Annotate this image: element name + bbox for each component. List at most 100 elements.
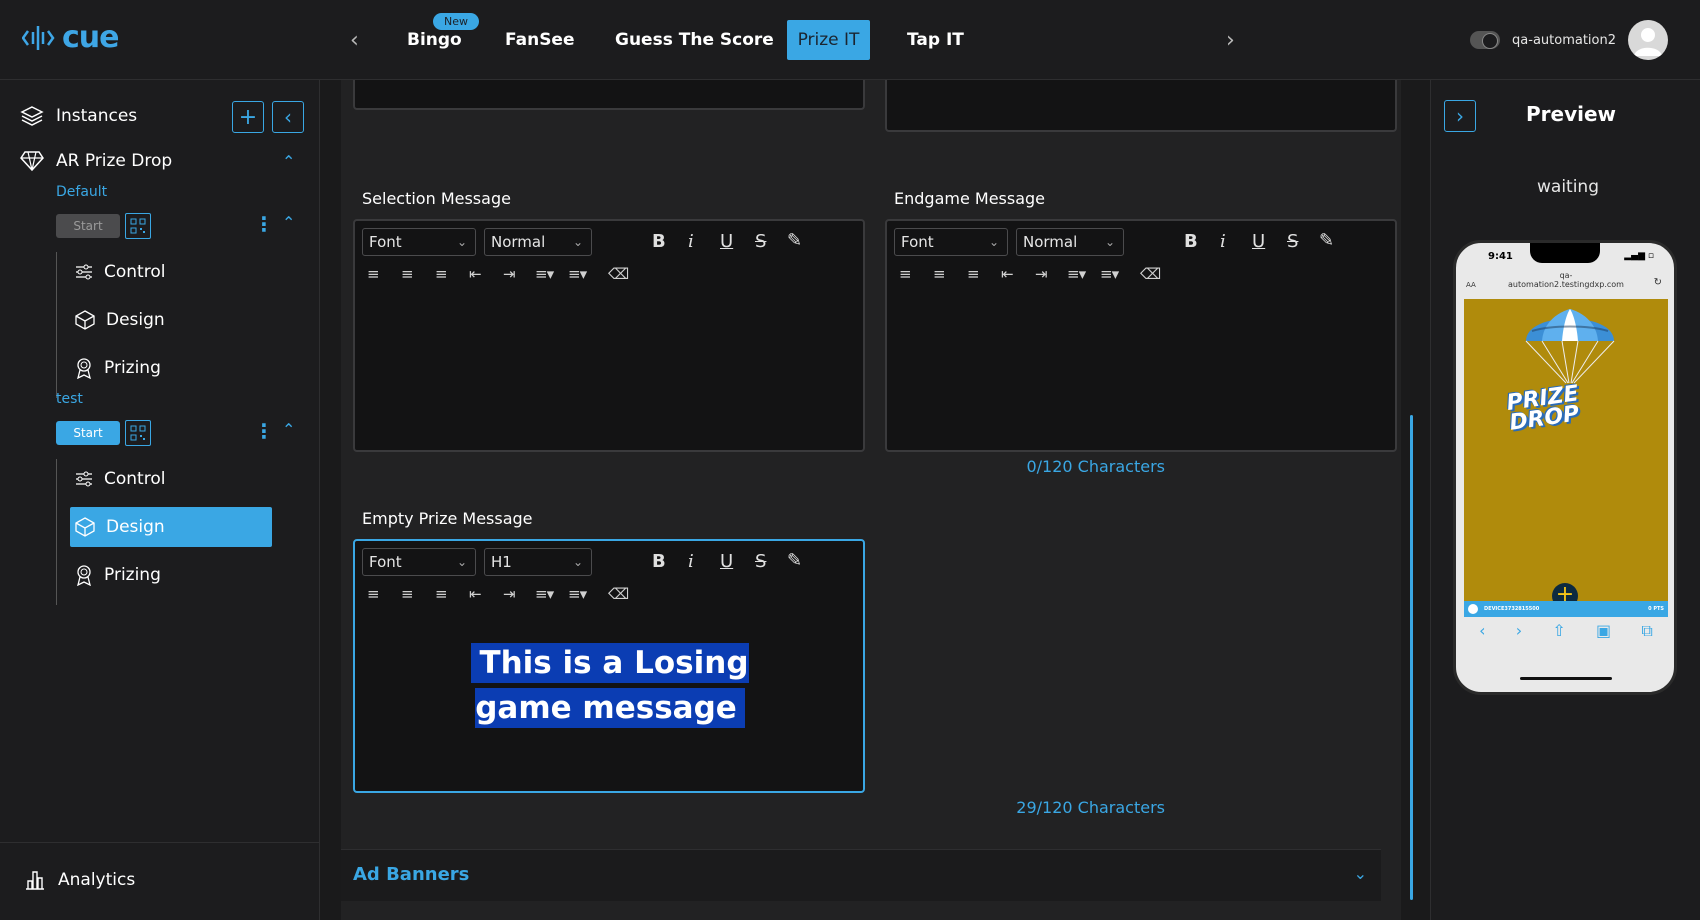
- align-center-icon[interactable]: ≡: [401, 265, 414, 283]
- expand-preview-button[interactable]: ›: [1444, 100, 1476, 132]
- logo[interactable]: cue: [22, 20, 119, 55]
- chevron-up-icon[interactable]: ⌃: [282, 420, 295, 439]
- align-right-icon[interactable]: ≡: [435, 585, 448, 603]
- bold-icon[interactable]: B: [1184, 231, 1198, 252]
- bookmarks-icon: ▣: [1596, 621, 1612, 640]
- italic-icon[interactable]: i: [1220, 231, 1226, 252]
- bold-icon[interactable]: B: [652, 231, 666, 252]
- bullet-list-icon[interactable]: ≡▾: [1100, 265, 1119, 283]
- game-header[interactable]: AR Prize Drop: [20, 150, 172, 172]
- numbered-list-icon[interactable]: ≡▾: [535, 265, 554, 283]
- bullet-list-icon[interactable]: ≡▾: [568, 265, 587, 283]
- analytics-link[interactable]: Analytics: [24, 869, 135, 891]
- tab-guess-the-score[interactable]: Guess The Score: [601, 20, 788, 60]
- align-right-icon[interactable]: ≡: [435, 265, 448, 283]
- previous-editor-right[interactable]: [885, 80, 1397, 132]
- eraser-icon[interactable]: ⌫: [1140, 265, 1161, 283]
- sidebar-item-design-active[interactable]: Design: [70, 507, 272, 547]
- collapse-sidebar-button[interactable]: ‹: [272, 101, 304, 133]
- avatar[interactable]: [1628, 20, 1668, 60]
- ad-banners-accordion[interactable]: Ad Banners ⌄: [341, 849, 1381, 901]
- numbered-list-icon[interactable]: ≡▾: [1067, 265, 1086, 283]
- indent-icon[interactable]: ⇥: [503, 585, 516, 603]
- sidebar-item-label: Control: [104, 262, 166, 282]
- strikethrough-icon[interactable]: S: [1287, 231, 1298, 252]
- highlighter-icon[interactable]: ✎: [787, 550, 802, 571]
- indent-icon[interactable]: ⇥: [503, 265, 516, 283]
- eraser-icon[interactable]: ⌫: [608, 265, 629, 283]
- font-select[interactable]: Font ⌄: [362, 228, 476, 256]
- empty-prize-message-editor[interactable]: Font ⌄ H1 ⌄ B i U S ✎ ≡ ≡ ≡ ⇤ ⇥ ≡▾ ≡▾ ⌫ Th…: [353, 539, 865, 793]
- align-center-icon[interactable]: ≡: [933, 265, 946, 283]
- points: 0 PTS: [1648, 606, 1664, 612]
- chevron-up-icon[interactable]: ⌃: [282, 152, 295, 171]
- analytics-label: Analytics: [58, 870, 136, 890]
- content-panel: 0/120 Characters 27/120 Characters Selec…: [341, 80, 1697, 920]
- qr-code-button[interactable]: [125, 213, 151, 239]
- tab-prize-it[interactable]: Prize IT: [787, 20, 870, 60]
- bold-icon[interactable]: B: [652, 551, 666, 572]
- italic-icon[interactable]: i: [688, 551, 694, 572]
- align-left-icon[interactable]: ≡: [367, 265, 380, 283]
- highlighter-icon[interactable]: ✎: [1319, 230, 1334, 251]
- size-select[interactable]: Normal ⌄: [1016, 228, 1124, 256]
- underline-icon[interactable]: U: [720, 551, 733, 572]
- theme-toggle[interactable]: [1470, 31, 1501, 49]
- previous-editor-left[interactable]: [353, 80, 865, 110]
- sidebar-item-label: Design: [106, 517, 165, 537]
- group-name-test[interactable]: test: [56, 391, 83, 407]
- plus-icon: +: [238, 104, 258, 130]
- group-name-default[interactable]: Default: [56, 184, 107, 200]
- field-label: Selection Message: [362, 189, 511, 208]
- highlighter-icon[interactable]: ✎: [787, 230, 802, 251]
- chevron-down-icon: ⌄: [1353, 864, 1367, 883]
- tab-tap-it[interactable]: Tap IT: [893, 20, 978, 60]
- browser-toolbar: ‹ › ⇧ ▣ ⧉: [1464, 621, 1668, 641]
- size-select[interactable]: Normal ⌄: [484, 228, 592, 256]
- size-select[interactable]: H1 ⌄: [484, 548, 592, 576]
- align-left-icon[interactable]: ≡: [899, 265, 912, 283]
- add-instance-button[interactable]: +: [232, 101, 264, 133]
- phone-preview: 9:41 ▂▄▆ ▫ AA qa- automation2.testingdxp…: [1453, 240, 1677, 695]
- outdent-icon[interactable]: ⇤: [469, 585, 482, 603]
- nav-prev-icon[interactable]: ‹: [350, 28, 359, 53]
- align-center-icon[interactable]: ≡: [401, 585, 414, 603]
- chevron-up-icon[interactable]: ⌃: [282, 213, 295, 232]
- font-select[interactable]: Font ⌄: [894, 228, 1008, 256]
- tab-bingo[interactable]: Bingo: [393, 20, 476, 60]
- qr-code-button[interactable]: [125, 420, 151, 446]
- sidebar-item-prizing[interactable]: Prizing: [70, 555, 272, 595]
- more-options-icon[interactable]: ⋮: [254, 419, 274, 443]
- numbered-list-icon[interactable]: ≡▾: [535, 585, 554, 603]
- scrollbar[interactable]: [1410, 415, 1413, 900]
- underline-icon[interactable]: U: [1252, 231, 1265, 252]
- underline-icon[interactable]: U: [720, 231, 733, 252]
- bullet-list-icon[interactable]: ≡▾: [568, 585, 587, 603]
- nav-next-icon[interactable]: ›: [1226, 28, 1235, 53]
- strikethrough-icon[interactable]: S: [755, 231, 766, 252]
- align-left-icon[interactable]: ≡: [367, 585, 380, 603]
- endgame-message-editor[interactable]: Font ⌄ Normal ⌄ B i U S ✎ ≡ ≡ ≡ ⇤ ⇥ ≡▾ ≡▾ …: [885, 219, 1397, 452]
- eraser-icon[interactable]: ⌫: [608, 585, 629, 603]
- game-logo: PRIZE DROP: [1505, 381, 1583, 436]
- phone-aa: AA: [1466, 281, 1476, 289]
- start-button-test[interactable]: Start: [56, 421, 120, 445]
- font-select[interactable]: Font ⌄: [362, 548, 476, 576]
- user-name: qa-automation2: [1512, 32, 1616, 48]
- chevron-down-icon: ⌄: [456, 555, 467, 569]
- sidebar-item-design[interactable]: Design: [70, 300, 272, 340]
- sidebar-item-control[interactable]: Control: [70, 252, 272, 292]
- align-right-icon[interactable]: ≡: [967, 265, 980, 283]
- editor-content[interactable]: This is a Losing game message: [425, 641, 795, 731]
- outdent-icon[interactable]: ⇤: [1001, 265, 1014, 283]
- sidebar-item-prizing[interactable]: Prizing: [70, 348, 272, 388]
- italic-icon[interactable]: i: [688, 231, 694, 252]
- selection-message-editor[interactable]: Font ⌄ Normal ⌄ B i U S ✎ ≡ ≡ ≡ ⇤ ⇥ ≡▾ ≡▾ …: [353, 219, 865, 452]
- sidebar-item-control[interactable]: Control: [70, 459, 272, 499]
- start-button-default[interactable]: Start: [56, 214, 120, 238]
- tab-fansee[interactable]: FanSee: [491, 20, 589, 60]
- indent-icon[interactable]: ⇥: [1035, 265, 1048, 283]
- strikethrough-icon[interactable]: S: [755, 551, 766, 572]
- outdent-icon[interactable]: ⇤: [469, 265, 482, 283]
- more-options-icon[interactable]: ⋮: [254, 212, 274, 236]
